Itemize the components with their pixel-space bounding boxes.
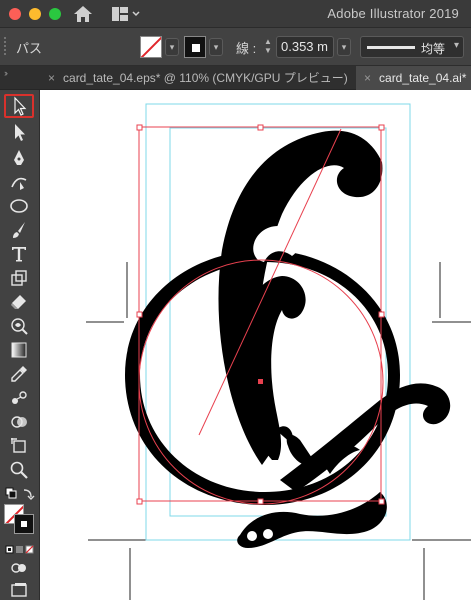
app-title: Adobe Illustrator 2019 <box>327 6 459 21</box>
stroke-indicator[interactable] <box>14 514 34 534</box>
workspace-layout-icon[interactable] <box>111 6 141 22</box>
title-bar: Adobe Illustrator 2019 <box>0 0 471 28</box>
stroke-weight-label: 線 : <box>236 41 257 56</box>
stroke-weight-stepper[interactable]: ▲ ▼ <box>262 37 274 57</box>
home-icon[interactable] <box>73 5 93 23</box>
stroke-color-swatch[interactable] <box>184 36 206 58</box>
zoom-tool-icon <box>10 461 28 479</box>
collapse-panels-icon[interactable]: ›› <box>4 68 8 78</box>
tab-label: card_tate_04.eps* @ 110% (CMYK/GPU プレビュー… <box>63 71 348 85</box>
stroke-profile-label: 均等 <box>421 42 446 56</box>
gradient-tool-icon <box>11 342 27 358</box>
curvature-tool-icon <box>11 177 27 190</box>
direct-selection-tool-button[interactable] <box>4 120 34 144</box>
shape-builder-tool-button[interactable] <box>4 410 34 434</box>
blend-tool-icon <box>12 391 27 404</box>
zoom-tool-button[interactable] <box>4 458 34 482</box>
screen-mode-icon <box>11 583 27 597</box>
screen-mode-button[interactable] <box>4 578 34 602</box>
paintbrush-tool-icon <box>13 222 25 238</box>
close-window-button[interactable] <box>9 8 21 20</box>
fill-none-swatch[interactable] <box>140 36 162 58</box>
curvature-tool-button[interactable] <box>4 170 34 194</box>
default-colors-icon[interactable] <box>4 486 36 502</box>
paintbrush-tool-button[interactable] <box>4 218 34 242</box>
shape-builder-tool-icon <box>11 416 27 428</box>
gradient-tool-button[interactable] <box>4 338 34 362</box>
scale-tool-button[interactable] <box>4 266 34 290</box>
ornament-artwork[interactable] <box>125 130 451 548</box>
stroke-profile-preview <box>367 46 415 49</box>
control-bar-grip[interactable] <box>3 36 7 56</box>
tab-card-tate-eps[interactable]: × card_tate_04.eps* @ 110% (CMYK/GPU プレビュ… <box>40 66 355 90</box>
tab-card-tate-ai[interactable]: × card_tate_04.ai* <box>356 66 471 90</box>
close-icon[interactable]: × <box>48 71 55 85</box>
document-tab-bar: ›› × card_tate_04.eps* @ 110% (CMYK/GPU プ… <box>0 66 471 90</box>
stroke-dropdown-button[interactable]: ▾ <box>209 38 223 56</box>
object-type-label: パス <box>16 41 43 56</box>
center-point-handle[interactable] <box>258 379 263 384</box>
color-mode-buttons <box>5 542 35 554</box>
drawing-mode-icon <box>11 563 26 573</box>
eyedropper-tool-icon <box>11 366 27 382</box>
zoom-window-button[interactable] <box>49 8 61 20</box>
artwork <box>86 103 471 600</box>
type-tool-icon <box>12 247 26 262</box>
eraser-tool-button[interactable] <box>4 290 34 314</box>
blend-tool-button[interactable] <box>4 386 34 410</box>
drawing-mode-button[interactable] <box>4 556 34 580</box>
color-mode-icon[interactable] <box>5 545 14 554</box>
ellipse-tool-button[interactable] <box>4 194 34 218</box>
pen-tool-button[interactable] <box>4 146 34 170</box>
selection-tool-icon <box>14 96 27 116</box>
close-icon[interactable]: × <box>364 71 371 85</box>
scale-tool-icon <box>11 270 27 286</box>
minimize-window-button[interactable] <box>29 8 41 20</box>
fill-stroke-indicator[interactable] <box>4 504 34 534</box>
stroke-profile-select[interactable]: 均等 ▾ <box>360 36 464 58</box>
gradient-mode-icon[interactable] <box>16 546 23 553</box>
artboard-tool-button[interactable] <box>4 434 34 458</box>
eyedropper-tool-button[interactable] <box>4 362 34 386</box>
ellipse-tool-icon <box>10 199 28 213</box>
warp-tool-button[interactable] <box>4 314 34 338</box>
eraser-tool-icon <box>11 295 26 309</box>
warp-tool-icon <box>11 318 28 335</box>
control-bar: パス ▾ ▾ 線 : ▲ ▼ 0.353 m ▾ 均等 ▾ <box>0 28 471 66</box>
selection-tool-button[interactable] <box>4 94 34 118</box>
direct-selection-tool-icon <box>15 124 25 141</box>
stroke-weight-dropdown[interactable]: ▾ <box>337 38 351 56</box>
default-colors-and-swap <box>4 486 36 502</box>
tab-label: card_tate_04.ai* <box>379 71 467 85</box>
document-canvas[interactable] <box>41 91 471 600</box>
artboard-tool-icon <box>11 438 26 453</box>
none-mode-icon[interactable] <box>25 545 34 554</box>
type-tool-button[interactable] <box>4 242 34 266</box>
pen-tool-icon <box>14 150 24 165</box>
fill-dropdown-button[interactable]: ▾ <box>165 38 179 56</box>
tools-panel <box>0 90 40 600</box>
stroke-weight-input[interactable]: 0.353 m <box>276 36 334 58</box>
chevron-down-icon: ▾ <box>453 40 459 51</box>
